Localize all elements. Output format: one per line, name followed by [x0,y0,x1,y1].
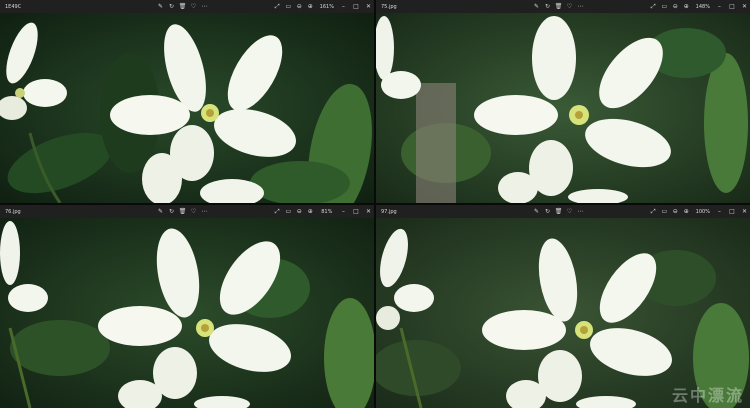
fit-icon[interactable]: ▭ [659,205,670,218]
photo-viewer-window-4: 97.jpg ✎ ↻ 🗑 ♡ ⋯ ⤢ ▭ ⊖ ⊕ 100% – □ ✕ 云中漂流 [376,205,750,408]
title-bar: 1E49C ✎ ↻ 🗑 ♡ ⋯ ⤢ ▭ ⊖ ⊕ 161% – □ ✕ [0,0,374,13]
title-bar: 76.jpg ✎ ↻ 🗑 ♡ ⋯ ⤢ ▭ ⊖ ⊕ 81% – □ ✕ [0,205,374,218]
minimize-icon[interactable]: – [714,205,725,218]
delete-icon[interactable]: 🗑 [177,205,188,218]
flower-photo [0,13,374,203]
maximize-icon[interactable]: □ [726,0,737,13]
fullscreen-icon[interactable]: ⤢ [648,0,659,13]
edit-icon[interactable]: ✎ [155,205,166,218]
zoom-level: 148% [695,3,710,10]
zoom-level: 100% [695,208,710,215]
zoom-in-icon[interactable]: ⊕ [305,205,316,218]
maximize-icon[interactable]: □ [350,205,361,218]
watermark-text: 云中漂流 [671,386,744,405]
zoom-in-icon[interactable]: ⊕ [681,0,692,13]
close-icon[interactable]: ✕ [739,0,750,13]
flower-photo [376,218,750,408]
maximize-icon[interactable]: □ [350,0,361,13]
favorite-icon[interactable]: ♡ [188,0,199,13]
file-name: 76.jpg [5,208,21,215]
file-name: 1E49C [5,3,22,10]
zoom-out-icon[interactable]: ⊖ [670,205,681,218]
title-bar: 97.jpg ✎ ↻ 🗑 ♡ ⋯ ⤢ ▭ ⊖ ⊕ 100% – □ ✕ [376,205,750,218]
delete-icon[interactable]: 🗑 [553,205,564,218]
edit-icon[interactable]: ✎ [531,205,542,218]
maximize-icon[interactable]: □ [726,205,737,218]
more-icon[interactable]: ⋯ [575,205,586,218]
file-name: 75.jpg [381,3,397,10]
favorite-icon[interactable]: ♡ [564,0,575,13]
more-icon[interactable]: ⋯ [199,205,210,218]
zoom-out-icon[interactable]: ⊖ [294,0,305,13]
edit-icon[interactable]: ✎ [531,0,542,13]
photo-viewer-window-1: 1E49C ✎ ↻ 🗑 ♡ ⋯ ⤢ ▭ ⊖ ⊕ 161% – □ ✕ [0,0,374,203]
zoom-out-icon[interactable]: ⊖ [670,0,681,13]
zoom-level: 161% [319,3,334,10]
zoom-level: 81% [321,208,333,215]
favorite-icon[interactable]: ♡ [564,205,575,218]
zoom-in-icon[interactable]: ⊕ [305,0,316,13]
more-icon[interactable]: ⋯ [199,0,210,13]
rotate-icon[interactable]: ↻ [166,205,177,218]
close-icon[interactable]: ✕ [363,0,374,13]
fit-icon[interactable]: ▭ [659,0,670,13]
fullscreen-icon[interactable]: ⤢ [272,205,283,218]
fullscreen-icon[interactable]: ⤢ [648,205,659,218]
more-icon[interactable]: ⋯ [575,0,586,13]
favorite-icon[interactable]: ♡ [188,205,199,218]
rotate-icon[interactable]: ↻ [542,0,553,13]
title-bar: 75.jpg ✎ ↻ 🗑 ♡ ⋯ ⤢ ▭ ⊖ ⊕ 148% – □ ✕ [376,0,750,13]
close-icon[interactable]: ✕ [739,205,750,218]
zoom-in-icon[interactable]: ⊕ [681,205,692,218]
close-icon[interactable]: ✕ [363,205,374,218]
zoom-out-icon[interactable]: ⊖ [294,205,305,218]
flower-photo [376,13,750,203]
fit-icon[interactable]: ▭ [283,205,294,218]
fullscreen-icon[interactable]: ⤢ [272,0,283,13]
rotate-icon[interactable]: ↻ [542,205,553,218]
photo-viewer-window-2: 75.jpg ✎ ↻ 🗑 ♡ ⋯ ⤢ ▭ ⊖ ⊕ 148% – □ ✕ [376,0,750,203]
flower-photo [0,218,374,408]
minimize-icon[interactable]: – [338,0,349,13]
delete-icon[interactable]: 🗑 [553,0,564,13]
edit-icon[interactable]: ✎ [155,0,166,13]
photo-viewer-window-3: 76.jpg ✎ ↻ 🗑 ♡ ⋯ ⤢ ▭ ⊖ ⊕ 81% – □ ✕ [0,205,374,408]
delete-icon[interactable]: 🗑 [177,0,188,13]
fit-icon[interactable]: ▭ [283,0,294,13]
file-name: 97.jpg [381,208,397,215]
rotate-icon[interactable]: ↻ [166,0,177,13]
minimize-icon[interactable]: – [338,205,349,218]
minimize-icon[interactable]: – [714,0,725,13]
